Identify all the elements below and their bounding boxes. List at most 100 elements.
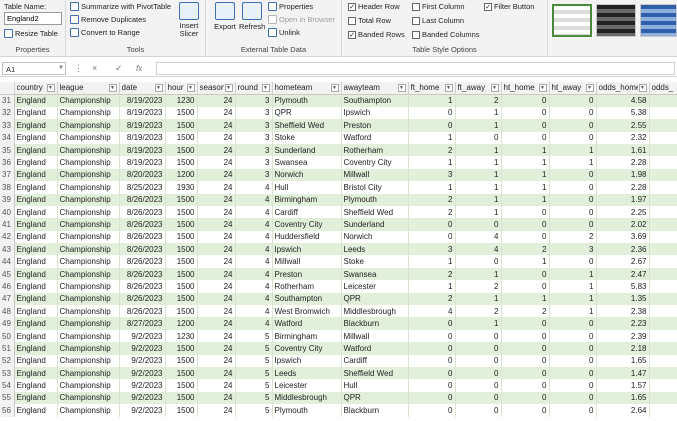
table-cell[interactable]: 2.25 bbox=[596, 205, 650, 219]
table-cell[interactable]: England bbox=[14, 267, 58, 281]
table-cell[interactable]: 1 bbox=[408, 131, 456, 144]
table-cell[interactable]: 1500 bbox=[165, 255, 198, 268]
fx-icon[interactable]: fx bbox=[136, 64, 142, 73]
enter-icon[interactable]: ✓ bbox=[115, 63, 123, 74]
table-cell[interactable]: 1 bbox=[549, 305, 597, 318]
table-cell[interactable]: 0 bbox=[501, 106, 550, 120]
table-cell[interactable]: 2.32 bbox=[596, 131, 650, 144]
filter-button-checkbox[interactable]: ✓ Filter Button bbox=[484, 2, 534, 11]
row-number[interactable]: 52 bbox=[0, 354, 15, 367]
table-cell[interactable]: 2.55 bbox=[596, 119, 650, 132]
table-cell[interactable]: 2 bbox=[501, 243, 550, 256]
table-cell[interactable]: England bbox=[14, 255, 58, 268]
table-cell[interactable]: 1 bbox=[408, 94, 456, 107]
column-header[interactable]: ht_away ▼ bbox=[549, 82, 597, 95]
table-cell[interactable]: Leicester bbox=[341, 280, 409, 293]
table-cell[interactable]: Preston bbox=[341, 119, 409, 132]
table-cell[interactable]: 1 bbox=[408, 255, 456, 268]
table-cell[interactable]: England bbox=[14, 379, 58, 392]
table-cell[interactable] bbox=[649, 317, 677, 330]
table-cell[interactable]: 0 bbox=[501, 354, 550, 367]
row-number[interactable]: 46 bbox=[0, 280, 15, 293]
last-column-checkbox[interactable]: Last Column bbox=[412, 16, 464, 25]
table-cell[interactable]: 0 bbox=[455, 404, 502, 417]
table-cell[interactable] bbox=[649, 168, 677, 182]
row-number[interactable]: 36 bbox=[0, 156, 15, 169]
table-cell[interactable]: 1 bbox=[455, 205, 502, 219]
table-cell[interactable]: 1 bbox=[455, 119, 502, 132]
filter-dropdown-icon[interactable]: ▼ bbox=[638, 83, 647, 92]
filter-dropdown-icon[interactable]: ▼ bbox=[330, 83, 339, 92]
table-cell[interactable]: 4.58 bbox=[596, 94, 650, 107]
table-cell[interactable]: 1230 bbox=[165, 94, 198, 107]
row-number[interactable]: 44 bbox=[0, 255, 15, 268]
table-cell[interactable]: 0 bbox=[549, 106, 597, 120]
table-cell[interactable]: 1 bbox=[501, 255, 550, 268]
name-box[interactable]: A1 bbox=[2, 62, 66, 75]
table-cell[interactable]: 0 bbox=[501, 218, 550, 231]
table-cell[interactable]: 24 bbox=[197, 218, 236, 231]
table-cell[interactable] bbox=[649, 329, 677, 343]
table-cell[interactable]: 2.28 bbox=[596, 156, 650, 169]
table-cell[interactable]: Championship bbox=[57, 329, 120, 343]
table-cell[interactable]: 1500 bbox=[165, 342, 198, 355]
table-cell[interactable]: 0 bbox=[455, 366, 502, 380]
table-cell[interactable]: 0 bbox=[501, 131, 550, 144]
table-cell[interactable]: 0 bbox=[501, 119, 550, 132]
table-cell[interactable]: 8/26/2023 bbox=[119, 280, 166, 293]
table-cell[interactable]: 5 bbox=[235, 342, 273, 355]
table-cell[interactable]: Championship bbox=[57, 267, 120, 281]
open-in-browser-button[interactable]: Open in Browser bbox=[268, 15, 335, 24]
row-number[interactable]: 48 bbox=[0, 305, 15, 318]
table-cell[interactable]: 0 bbox=[455, 329, 502, 343]
table-cell[interactable] bbox=[649, 106, 677, 120]
row-number[interactable]: 45 bbox=[0, 267, 15, 281]
table-cell[interactable]: 1 bbox=[455, 168, 502, 182]
table-cell[interactable]: 8/19/2023 bbox=[119, 131, 166, 144]
table-cell[interactable]: 0 bbox=[408, 329, 456, 343]
filter-dropdown-icon[interactable]: ▼ bbox=[490, 83, 499, 92]
table-cell[interactable] bbox=[649, 131, 677, 144]
table-cell[interactable]: 2 bbox=[455, 280, 502, 293]
table-cell[interactable]: 0 bbox=[549, 354, 597, 367]
table-cell[interactable]: 1 bbox=[455, 156, 502, 169]
table-cell[interactable]: Watford bbox=[341, 342, 409, 355]
table-cell[interactable]: 1.97 bbox=[596, 193, 650, 206]
resize-table-button[interactable]: Resize Table bbox=[4, 29, 58, 38]
table-cell[interactable]: Championship bbox=[57, 317, 120, 330]
table-cell[interactable]: 1 bbox=[455, 267, 502, 281]
table-cell[interactable] bbox=[649, 379, 677, 392]
filter-dropdown-icon[interactable]: ▼ bbox=[538, 83, 547, 92]
table-cell[interactable]: Norwich bbox=[272, 168, 342, 182]
table-cell[interactable]: Championship bbox=[57, 106, 120, 120]
table-cell[interactable]: 24 bbox=[197, 94, 236, 107]
table-cell[interactable]: 1500 bbox=[165, 143, 198, 157]
table-cell[interactable] bbox=[649, 292, 677, 306]
table-cell[interactable]: 5 bbox=[235, 379, 273, 392]
table-cell[interactable]: 0 bbox=[549, 205, 597, 219]
table-cell[interactable]: England bbox=[14, 156, 58, 169]
table-cell[interactable]: Norwich bbox=[341, 230, 409, 244]
row-number[interactable]: 32 bbox=[0, 106, 15, 120]
filter-dropdown-icon[interactable]: ▼ bbox=[154, 83, 163, 92]
table-cell[interactable]: England bbox=[14, 391, 58, 405]
table-cell[interactable]: Blackburn bbox=[341, 404, 409, 417]
table-cell[interactable]: 2.64 bbox=[596, 404, 650, 417]
table-cell[interactable]: Championship bbox=[57, 342, 120, 355]
table-cell[interactable]: 24 bbox=[197, 168, 236, 182]
table-cell[interactable]: 0 bbox=[501, 329, 550, 343]
table-cell[interactable]: 4 bbox=[235, 193, 273, 206]
table-cell[interactable]: 5 bbox=[235, 354, 273, 367]
row-number[interactable]: 53 bbox=[0, 366, 15, 380]
table-cell[interactable]: 0 bbox=[455, 255, 502, 268]
table-cell[interactable]: 1200 bbox=[165, 317, 198, 330]
table-cell[interactable]: 1500 bbox=[165, 131, 198, 144]
table-cell[interactable]: 0 bbox=[408, 119, 456, 132]
properties-button[interactable]: Properties bbox=[268, 2, 313, 11]
table-cell[interactable]: Preston bbox=[272, 267, 342, 281]
table-cell[interactable]: 24 bbox=[197, 143, 236, 157]
name-box-dropdown-icon[interactable]: ▼ bbox=[58, 65, 64, 71]
table-cell[interactable]: Cardiff bbox=[272, 205, 342, 219]
table-cell[interactable]: 1500 bbox=[165, 354, 198, 367]
table-cell[interactable]: 1500 bbox=[165, 391, 198, 405]
